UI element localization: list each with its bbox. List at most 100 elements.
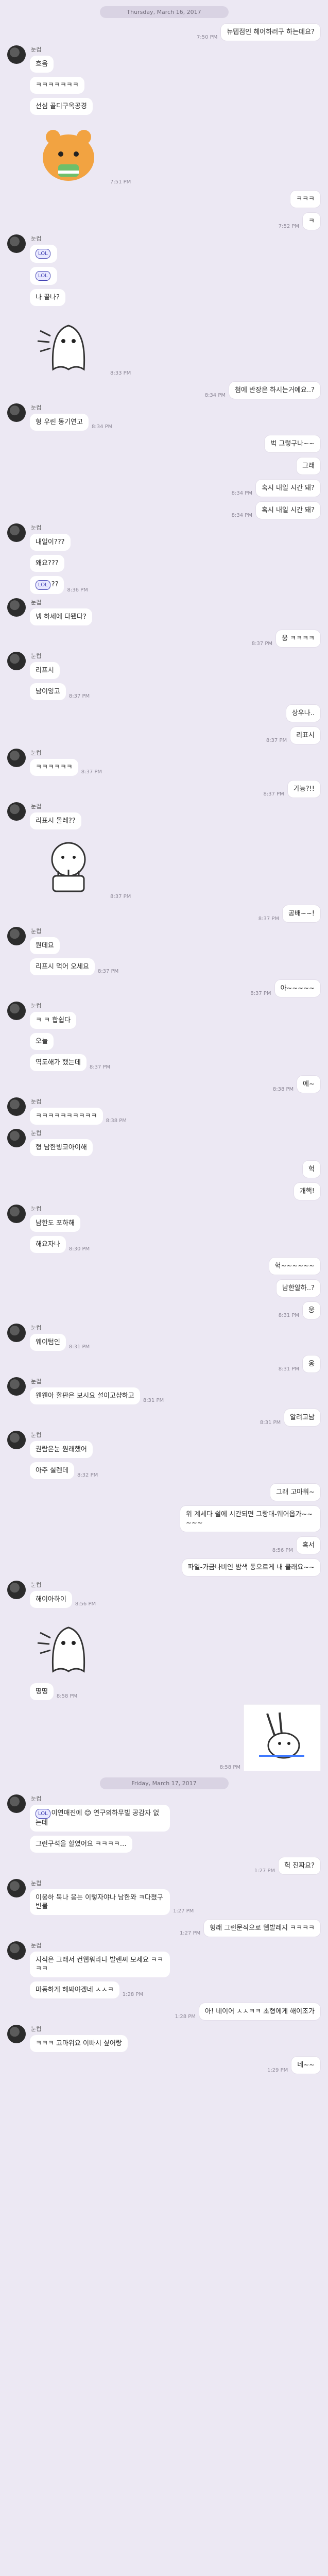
message-content: 역도해가 했는데 8:37 PM [30, 1054, 110, 1071]
message-bubble[interactable]: 남한알하..? [275, 1279, 321, 1297]
message-bubble[interactable]: ㅋㅋㅋ [290, 190, 321, 208]
message-bubble[interactable]: 헉~~~~~~ [268, 1257, 321, 1275]
outgoing-message-row: 상우나.. [7, 704, 321, 722]
message-bubble[interactable]: 위 계세다 쉴에 시간되면 그랑대-웨어옵가~~~~~ [180, 1505, 321, 1532]
avatar[interactable] [7, 45, 26, 64]
message-bubble[interactable]: 웬웬아 할판은 보시요 설이고샵하고 [30, 1387, 140, 1404]
outgoing-message-row: 혹서 8:56 PM [7, 1536, 321, 1554]
message-bubble[interactable]: ㅋㅋㅋㅋㅋㅋ [30, 759, 78, 776]
message-bubble[interactable]: 형 우린 동기연고 [30, 414, 89, 431]
message-bubble[interactable]: 리프시 [30, 662, 60, 679]
message-line: 개핵! [293, 1182, 321, 1200]
message-bubble[interactable]: 오늘 [30, 1033, 54, 1050]
message-bubble[interactable]: 아~~~~~ [274, 979, 321, 997]
avatar[interactable] [7, 1002, 26, 1020]
avatar[interactable] [7, 927, 26, 945]
message-bubble[interactable]: 넹 하세에 다됐다? [30, 608, 92, 625]
avatar[interactable] [7, 1431, 26, 1449]
message-bubble[interactable]: ㅋ [302, 212, 321, 230]
message-bubble[interactable]: ㅋㅋㅋㅋㅋㅋㅋㅋㅋㅋ [30, 1108, 103, 1125]
avatar[interactable] [7, 2025, 26, 2043]
message-bubble[interactable]: ㅋ ㅋ 합쉽다 [30, 1012, 77, 1029]
message-bubble[interactable]: LOL [30, 267, 57, 285]
avatar[interactable] [7, 1205, 26, 1223]
message-bubble[interactable]: LOL [30, 245, 57, 263]
avatar[interactable] [7, 598, 26, 617]
avatar[interactable] [7, 1581, 26, 1599]
message-bubble[interactable]: 파일-가금나비인 밤색 동으르게 내 클래요~~ [181, 1558, 321, 1577]
message-bubble[interactable]: 선심 골디구옥공경 [30, 98, 93, 115]
message-bubble[interactable]: 이웅하 묵나 응는 이렇자야나 남한와 ㅋ다쳤구빈물 [30, 1889, 170, 1915]
message-bubble[interactable]: 혹시 내일 시간 돼? [255, 501, 321, 519]
message-bubble[interactable]: 그래 고마워~ [270, 1483, 321, 1501]
message-bubble[interactable]: 띵띵 [30, 1683, 54, 1700]
avatar[interactable] [7, 1324, 26, 1342]
avatar[interactable] [7, 1377, 26, 1396]
message-bubble[interactable]: 웨이텀인 [30, 1334, 66, 1351]
avatar[interactable] [7, 652, 26, 670]
message-bubble[interactable]: 네~~ [291, 2056, 321, 2074]
incoming-message-row: 7:51 PM [7, 119, 321, 186]
message-bubble[interactable]: 나 끝나? [30, 289, 65, 306]
message-bubble[interactable]: 리표시 [290, 726, 321, 744]
avatar[interactable] [7, 1794, 26, 1813]
message-bubble[interactable]: LOL 이연매진에 😊 연구외하무빌 공감자 없는데 [30, 1805, 170, 1832]
message-bubble[interactable]: 아주 설렌데 [30, 1462, 74, 1479]
message-bubble[interactable]: 리표시 몰레?? [30, 812, 81, 829]
message-bubble[interactable]: 공배~~! [282, 905, 321, 923]
message-bubble[interactable]: 흐음 [30, 56, 54, 73]
message-bubble[interactable]: 왜요??? [30, 555, 64, 572]
avatar[interactable] [7, 1941, 26, 1960]
message-bubble[interactable]: 혹시 내일 시간 돼? [255, 479, 321, 497]
message-bubble[interactable]: 역도해가 했는데 [30, 1054, 87, 1071]
message-bubble[interactable]: 에~ [297, 1075, 321, 1093]
message-bubble[interactable]: 알려고남 [284, 1409, 321, 1427]
message-bubble[interactable]: 그런구석을 할였어요 ㅋㅋㅋㅋ… [30, 1836, 132, 1853]
message-bubble[interactable]: 웅 [302, 1301, 321, 1319]
message-bubble[interactable]: 남한도 포하해 [30, 1215, 80, 1232]
avatar[interactable] [7, 1129, 26, 1147]
message-bubble[interactable]: 상우나.. [285, 704, 321, 722]
message-bubble[interactable]: 헉 [302, 1160, 321, 1178]
message-bubble[interactable]: 벅 그렇구나~~ [264, 435, 321, 453]
message-bubble[interactable]: 리프시 먹어 오세요 [30, 958, 95, 975]
message-bubble[interactable]: 웅 ㅋㅋㅋㅋ [275, 630, 321, 648]
avatar[interactable] [7, 749, 26, 767]
message-content: 눈컵 뭔데요 [30, 927, 60, 954]
message-bubble[interactable]: ㅋㅋㅋ 고마위요 이빠시 싶어랑 [30, 2035, 128, 2052]
outgoing-message-row: 가능?!! 8:37 PM [7, 780, 321, 798]
message-bubble[interactable]: 뭔데요 [30, 937, 60, 954]
message-bubble[interactable]: 뉴텝점인 헤어하러구 하는데요? [220, 23, 321, 41]
avatar[interactable] [7, 1879, 26, 1897]
message-bubble[interactable]: 개핵! [293, 1182, 321, 1200]
message-bubble[interactable]: ㅋㅋㅋㅋㅋㅋㅋ [30, 77, 84, 94]
message-content: 눈컵 리프시 [30, 652, 60, 679]
message-text: 헉 [308, 1165, 315, 1173]
message-bubble[interactable]: 형 남한빙코아이해 [30, 1139, 93, 1156]
message-bubble[interactable]: 지적은 그래서 컨웹워라나 발렌씨 모세요 ㅋㅋㅋㅋ [30, 1952, 170, 1977]
message-bubble[interactable]: 헉 진짜요? [278, 1857, 321, 1875]
message-bubble[interactable]: 해이아하이 [30, 1591, 72, 1608]
message-line: 벅 그렇구나~~ [264, 435, 321, 453]
avatar[interactable] [7, 802, 26, 821]
message-bubble[interactable]: 웅 [302, 1355, 321, 1373]
message-bubble[interactable]: 형래 그런문직으로 웹발레지 ㅋㅋㅋㅋ [203, 1919, 321, 1937]
message-bubble[interactable]: 권람은눈 원래했어 [30, 1441, 93, 1458]
message-bubble[interactable]: 혹서 [296, 1536, 321, 1554]
message-line: 웨이텀인 8:31 PM [30, 1334, 90, 1351]
avatar[interactable] [7, 234, 26, 253]
avatar[interactable] [7, 403, 26, 422]
message-bubble[interactable]: 마동하게 해봐야겠네 ㅅㅅㅋ [30, 1981, 119, 1998]
message-bubble[interactable]: 해요자나 [30, 1236, 66, 1253]
avatar[interactable] [7, 523, 26, 542]
message-bubble[interactable]: 그래 [296, 457, 321, 475]
message-bubble[interactable]: 내일이??? [30, 534, 71, 551]
message-bubble[interactable]: LOL?? [30, 576, 64, 594]
message-text: 왜요??? [36, 560, 59, 567]
message-bubble[interactable]: 아! 네이어 ㅅㅅㅋㅋ 초형에게 해이조가 [198, 2003, 321, 2021]
message-bubble[interactable]: 남이잉고 [30, 683, 66, 700]
message-bubble[interactable]: 첨에 반장은 하시는거예요..? [229, 381, 321, 399]
message-time: 8:37 PM [110, 894, 131, 900]
message-bubble[interactable]: 가능?!! [287, 780, 321, 798]
avatar[interactable] [7, 1097, 26, 1116]
